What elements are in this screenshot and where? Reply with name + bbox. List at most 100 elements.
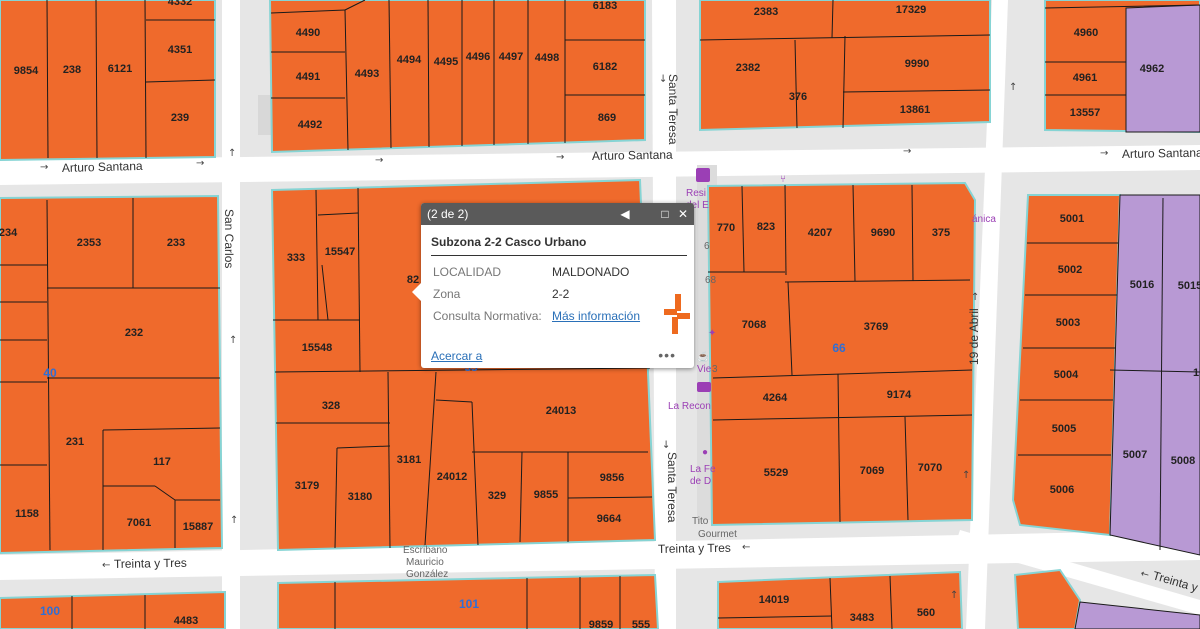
- parcel-label: 4332: [168, 0, 192, 8]
- poi-label: Gourmet: [698, 529, 737, 540]
- more-info-link[interactable]: Más información: [552, 309, 640, 323]
- parcel-label: 15547: [325, 246, 356, 258]
- parcel-label: 2382: [736, 62, 760, 74]
- field-label-zona: Zona: [433, 287, 461, 301]
- parcel-label: 5003: [1056, 317, 1080, 329]
- block-right: [1011, 194, 1200, 556]
- street-label: Arturo Santana: [62, 159, 143, 175]
- more-options-icon[interactable]: •••: [658, 347, 676, 363]
- parcel-label: 4495: [434, 56, 458, 68]
- parcel-label: 24013: [546, 405, 577, 417]
- oneway-arrow-icon: →: [1100, 148, 1108, 159]
- person-icon: ✦: [708, 328, 716, 339]
- parcel-label: 4960: [1074, 27, 1098, 39]
- parcel-label: 7068: [742, 319, 766, 331]
- zoom-to-link[interactable]: Acercar a: [431, 349, 482, 363]
- parcel-label: 4264: [763, 392, 788, 404]
- field-value-zona: 2-2: [552, 287, 570, 301]
- parcel-label: 238: [63, 64, 81, 76]
- parcel-label: 5529: [764, 467, 788, 479]
- oneway-arrow-icon: ↑: [950, 590, 958, 601]
- popup-title: Subzona 2-2 Casco Urbano: [431, 235, 587, 249]
- parcel-label: 5001: [1060, 213, 1084, 225]
- parcel-label: 24012: [437, 471, 468, 483]
- block-number: 100: [40, 604, 60, 618]
- parcel-label: 5008: [1171, 455, 1195, 467]
- poi-label: 6: [704, 241, 710, 252]
- parcel-label: 7061: [127, 517, 151, 529]
- parcel-label: 234: [0, 227, 18, 239]
- field-value-localidad: MALDONADO: [552, 265, 630, 279]
- oneway-arrow-icon: ↑: [971, 292, 979, 303]
- parcel-label: 823: [757, 221, 775, 233]
- parcel-label: 15887: [183, 521, 214, 533]
- close-icon[interactable]: ✕: [675, 205, 691, 223]
- parcel-label: 7069: [860, 465, 884, 477]
- shop-icon: [696, 168, 710, 182]
- shopping-icon: ●: [702, 447, 708, 458]
- parcel-label: 6182: [593, 61, 617, 73]
- previous-feature-icon[interactable]: ◀: [617, 205, 633, 223]
- parcel-label: 4490: [296, 27, 320, 39]
- oneway-arrow-icon: →: [40, 162, 48, 173]
- poi-label: Resi: [686, 188, 706, 199]
- street-label: San Carlos: [222, 209, 236, 268]
- parcel-label: 5004: [1054, 369, 1079, 381]
- poi-label: La Recon: [668, 401, 711, 412]
- parcel-label: 2353: [77, 237, 101, 249]
- parcel-label: 14019: [759, 594, 790, 606]
- parcel-label: 5015: [1178, 280, 1200, 292]
- poi-label: Tito: [692, 516, 709, 527]
- oneway-arrow-icon: →: [660, 440, 671, 448]
- popup-feature-count: (2 de 2): [427, 207, 469, 221]
- parcel-label: 376: [789, 91, 807, 103]
- parcel-label: 1158: [15, 508, 39, 520]
- parcel-label: 9855: [534, 489, 558, 501]
- parcel-label: 4496: [466, 51, 490, 63]
- parcel-label: 4962: [1140, 63, 1164, 75]
- street-label: Arturo Santana: [1122, 146, 1200, 161]
- block-mid-left: [0, 194, 224, 555]
- sidewalk-patch: [258, 95, 272, 135]
- street-label: Santa Teresa: [665, 452, 679, 523]
- parcel-label: 2383: [754, 6, 778, 18]
- block-number: 40: [43, 366, 57, 380]
- parcel-label: 3483: [850, 612, 874, 624]
- parcel-label: 232: [125, 327, 143, 339]
- parcel-label: 9174: [887, 389, 912, 401]
- parcel-label: 9690: [871, 227, 895, 239]
- oneway-arrow-icon: ←: [742, 542, 750, 553]
- parcel-label: 333: [287, 252, 305, 264]
- poi-label: ánica: [972, 214, 996, 225]
- parcel-label: 375: [932, 227, 950, 239]
- parcel-label: 231: [66, 436, 84, 448]
- popup-header: (2 de 2) ◀ □ ✕: [421, 203, 694, 225]
- parcel-label: 4498: [535, 52, 559, 64]
- poi-label: Vie: [697, 364, 712, 375]
- parcel-label: 5007: [1123, 449, 1147, 461]
- popup-pointer: [412, 283, 421, 301]
- street-label: Santa Teresa: [666, 74, 680, 145]
- maximize-icon[interactable]: □: [657, 205, 673, 223]
- poi-label: Mauricio: [406, 557, 444, 568]
- parcel-label: 4351: [168, 44, 192, 56]
- parcel-label: 5002: [1058, 264, 1082, 276]
- block-number: 101: [459, 597, 479, 611]
- oneway-arrow-icon: ↑: [230, 515, 238, 526]
- parcel-label: 9664: [597, 513, 622, 525]
- parcel-label: 3180: [348, 491, 372, 503]
- parcel-label: 3181: [397, 454, 421, 466]
- parcel-label: 4497: [499, 51, 523, 63]
- parcel-label: 3769: [864, 321, 888, 333]
- parcel-label: 5006: [1050, 484, 1074, 496]
- oneway-arrow-icon: ←: [102, 560, 110, 571]
- block-top-mid: [268, 0, 646, 154]
- oneway-arrow-icon: ↑: [228, 148, 236, 159]
- block-bottom-right: [717, 570, 964, 629]
- parcel-label: 6183: [593, 0, 617, 12]
- parcel-label: 5016: [1130, 279, 1154, 291]
- oneway-arrow-icon: →: [556, 152, 564, 163]
- poi-label: de D: [690, 476, 711, 487]
- parcel-label: 13557: [1070, 107, 1101, 119]
- parcel-label: 4494: [397, 54, 422, 66]
